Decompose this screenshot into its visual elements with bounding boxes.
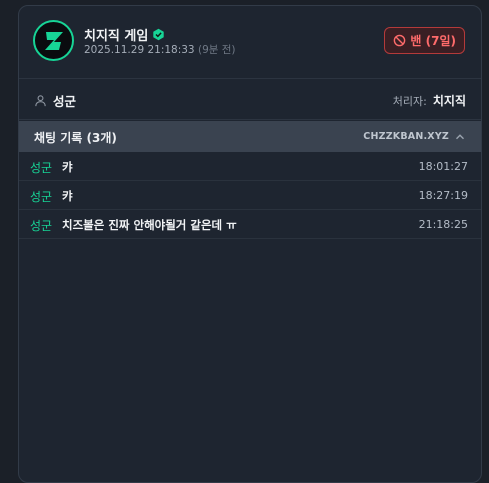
chzzk-logo-icon <box>44 31 63 50</box>
chat-message-time: 18:27:19 <box>418 189 468 202</box>
handler-info: 처리자: 치지직 <box>393 92 466 109</box>
ban-icon <box>394 34 406 47</box>
channel-avatar[interactable] <box>33 20 74 61</box>
verified-badge-icon <box>153 28 165 41</box>
chat-message-user: 성군 <box>30 161 53 175</box>
chat-message-row: 성군 캬 18:01:27 <box>19 152 481 181</box>
handler-name: 치지직 <box>432 94 466 108</box>
ban-relative-time: (9분 전) <box>197 44 236 56</box>
chat-log-source[interactable]: CHZZKBAN.XYZ <box>363 131 449 142</box>
chat-message-user: 성군 <box>30 219 53 233</box>
chat-message-text: 캬 <box>62 160 73 174</box>
chat-message-row: 성군 치즈볼은 진짜 안해야될거 같은데 ㅠ 21:18:25 <box>19 210 481 239</box>
banned-user[interactable]: 성군 <box>34 91 76 110</box>
handler-label: 처리자: <box>392 94 427 108</box>
chat-message-row: 성군 캬 18:27:19 <box>19 181 481 210</box>
ban-datetime: 2025.11.29 21:18:33 <box>84 44 195 56</box>
card-header: 치지직 게임 2025.11.29 21:18:33 (9분 전) 밴 (7일) <box>19 6 481 79</box>
banned-user-row: 성군 처리자: 치지직 <box>19 79 481 120</box>
ban-badge-label: 밴 (7일) <box>410 34 456 48</box>
chat-message-user: 성군 <box>30 190 53 204</box>
chat-log-list: 성군 캬 18:01:27 성군 캬 18:27:19 성군 치즈볼은 진짜 안… <box>19 152 481 239</box>
user-icon <box>35 95 46 107</box>
chat-message-time: 21:18:25 <box>418 218 468 231</box>
chat-log-title: 채팅 기록 (3개) <box>34 131 117 145</box>
ban-timestamp: 2025.11.29 21:18:33 (9분 전) <box>84 42 236 57</box>
ban-record-card: 치지직 게임 2025.11.29 21:18:33 (9분 전) 밴 (7일)… <box>18 5 482 483</box>
chat-message-text: 캬 <box>62 189 73 203</box>
chevron-up-icon[interactable] <box>455 132 465 142</box>
ban-status-badge: 밴 (7일) <box>384 27 465 54</box>
chat-message-text: 치즈볼은 진짜 안해야될거 같은데 ㅠ <box>62 218 237 232</box>
chat-log-header[interactable]: 채팅 기록 (3개) CHZZKBAN.XYZ <box>19 121 481 152</box>
banned-user-name: 성군 <box>53 94 77 109</box>
chat-message-time: 18:01:27 <box>418 160 468 173</box>
